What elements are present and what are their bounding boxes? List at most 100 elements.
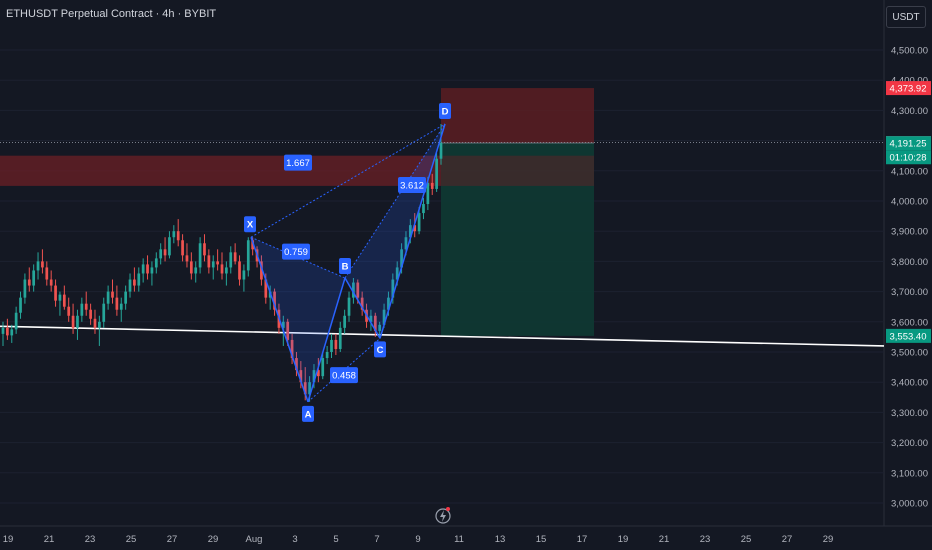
candle-body <box>67 306 71 316</box>
x-tick-label: 27 <box>782 534 793 545</box>
pattern-point-label-b: B <box>342 262 349 273</box>
candle-body <box>14 312 18 330</box>
candle-body <box>422 204 425 214</box>
notification-dot <box>446 507 450 511</box>
candle-body <box>229 252 233 268</box>
candle-body <box>54 285 57 301</box>
candle-body <box>115 297 119 310</box>
candle-body <box>176 231 180 241</box>
candle-body <box>98 321 101 328</box>
candle-body <box>32 270 36 286</box>
ratio-label: 3.612 <box>400 181 424 192</box>
x-tick-label: Aug <box>246 534 263 545</box>
ratio-label: 0.458 <box>332 371 356 382</box>
pattern-point-label-c: C <box>377 345 384 356</box>
price-tag-label: 3,553.40 <box>890 331 927 342</box>
price-tags: 4,373.924,192.014,191.2501:10:283,553.40 <box>886 81 931 343</box>
candle-body <box>159 249 163 259</box>
price-tag-label: 4,373.92 <box>890 84 927 95</box>
candle-body <box>181 240 184 256</box>
candle-body <box>71 315 75 328</box>
y-tick-label: 3,900.00 <box>891 227 928 238</box>
chart-canvas[interactable]: X A B C D 1.667 0.759 3.612 0.458 4,500.004,400.… <box>0 0 932 550</box>
resistance-band <box>0 155 441 186</box>
x-tick-label: 17 <box>577 534 588 545</box>
candle-body <box>36 261 40 271</box>
candle-body <box>189 261 193 274</box>
y-tick-label: 4,000.00 <box>891 197 928 208</box>
x-tick-label: 3 <box>292 534 297 545</box>
candle-body <box>325 352 329 359</box>
x-tick-label: 25 <box>126 534 137 545</box>
candle-body <box>211 261 215 268</box>
candle-body <box>137 273 141 286</box>
x-tick-label: 19 <box>3 534 14 545</box>
y-tick-label: 3,500.00 <box>891 348 928 359</box>
candle-body <box>321 358 325 377</box>
candle-body <box>330 339 333 352</box>
y-tick-label: 3,800.00 <box>891 257 928 268</box>
candle-body <box>246 240 250 271</box>
ratio-label: 1.667 <box>286 158 310 169</box>
candle-body <box>23 279 27 298</box>
candle-body <box>185 255 189 262</box>
y-tick-label: 4,300.00 <box>891 106 928 117</box>
ratio-label: 0.759 <box>284 247 308 258</box>
stop-loss-zone <box>441 88 594 144</box>
candle-body <box>430 182 434 189</box>
candle-body <box>338 327 342 349</box>
x-tick-label: 9 <box>415 534 420 545</box>
candle-body <box>76 315 79 328</box>
candle-body <box>19 297 22 313</box>
candle-body <box>133 279 136 286</box>
x-tick-label: 27 <box>167 534 178 545</box>
candle-body <box>417 213 421 232</box>
y-tick-label: 3,000.00 <box>891 499 928 510</box>
candle-body <box>220 264 224 274</box>
candle-body <box>439 143 443 159</box>
candle-body <box>154 258 158 268</box>
candle-body <box>128 279 132 292</box>
y-tick-label: 3,400.00 <box>891 378 928 389</box>
candle-body <box>233 252 237 262</box>
candle-body <box>216 261 219 265</box>
time-axis: 19 21 23 25 27 29 Aug 3 5 7 9 11 13 15 17 19 21 23 25 27 29 <box>3 534 834 545</box>
price-axis: 4,500.004,400.004,300.004,200.004,100.00… <box>891 46 928 510</box>
candle-body <box>84 303 88 310</box>
candle-body <box>194 267 198 274</box>
harmonic-pattern: X A B C D 1.667 0.759 3.612 0.458 <box>244 102 451 422</box>
x-tick-label: 5 <box>333 534 338 545</box>
x-tick-label: 25 <box>741 534 752 545</box>
candle-body <box>89 309 92 319</box>
x-tick-label: 11 <box>454 534 464 545</box>
x-tick-label: 29 <box>823 534 834 545</box>
candle-body <box>150 267 154 274</box>
x-tick-label: 15 <box>536 534 547 545</box>
candle-body <box>119 303 123 310</box>
candle-body <box>62 294 66 307</box>
x-tick-label: 7 <box>374 534 379 545</box>
candle-body <box>163 249 167 256</box>
candle-body <box>10 329 14 336</box>
candle-body <box>172 231 176 238</box>
x-tick-label: 21 <box>659 534 670 545</box>
candle-body <box>124 291 127 304</box>
candle-body <box>80 303 84 316</box>
candle-body <box>238 261 241 280</box>
candle-body <box>207 255 211 268</box>
y-tick-label: 3,200.00 <box>891 438 928 449</box>
candle-body <box>93 318 97 328</box>
y-tick-label: 3,300.00 <box>891 408 928 419</box>
candle-body <box>58 294 62 301</box>
x-tick-label: 23 <box>85 534 96 545</box>
candle-body <box>1 327 5 334</box>
resistance-band-overlap <box>441 155 594 186</box>
candle-body <box>225 267 228 274</box>
pattern-point-label-x: X <box>247 220 254 231</box>
x-tick-label: 29 <box>208 534 219 545</box>
x-tick-label: 21 <box>44 534 55 545</box>
candle-body <box>49 279 53 286</box>
candle-body <box>334 339 338 349</box>
candle-body <box>146 264 149 274</box>
y-tick-label: 3,100.00 <box>891 468 928 479</box>
